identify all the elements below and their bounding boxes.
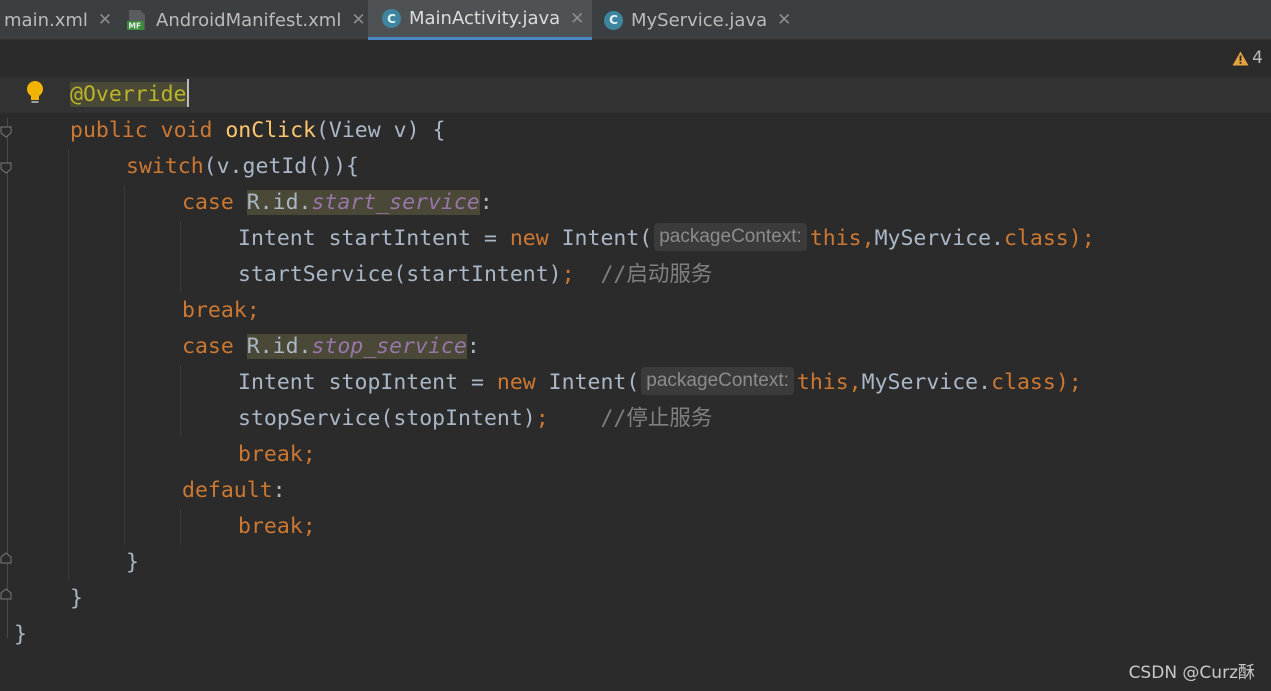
fold-end-icon[interactable] [0, 552, 12, 564]
fold-start-icon[interactable] [0, 162, 12, 174]
code-line-7[interactable]: break; [182, 293, 260, 329]
close-icon[interactable]: ✕ [351, 10, 365, 30]
code-line-5[interactable]: Intent startIntent = new Intent(packageC… [238, 221, 1095, 257]
code-line-9[interactable]: Intent stopIntent = new Intent(packageCo… [238, 365, 1082, 401]
tab-label: AndroidManifest.xml [156, 9, 342, 31]
watermark: CSDN @Curz酥 [1128, 663, 1255, 683]
java-class-icon: C [604, 10, 623, 30]
code-line-3[interactable]: switch(v.getId()){ [126, 149, 359, 185]
warning-icon [1232, 51, 1249, 65]
code-line-13[interactable]: break; [238, 509, 316, 545]
lightbulb-icon[interactable] [24, 80, 46, 106]
tab-label: main.xml [4, 9, 88, 31]
code-line-1[interactable]: @Override [70, 77, 189, 113]
tab-android-manifest[interactable]: MF AndroidManifest.xml ✕ [118, 0, 376, 40]
indent-guide [180, 365, 181, 437]
indent-guide [68, 149, 69, 581]
code-line-16[interactable]: } [14, 617, 27, 653]
code-line-4[interactable]: case R.id.start_service: [182, 185, 493, 221]
code-editor[interactable]: 4 @Override public void onClick(View v) … [0, 40, 1271, 691]
java-class-icon: C [382, 9, 401, 28]
manifest-icon-text: MF [129, 22, 142, 31]
code-line-10[interactable]: stopService(stopIntent); //停止服务 [238, 401, 712, 437]
fold-start-icon[interactable] [0, 126, 12, 138]
code-line-6[interactable]: startService(startIntent); //启动服务 [238, 257, 712, 293]
warning-count: 4 [1252, 48, 1263, 68]
code-line-14[interactable]: } [126, 545, 139, 581]
manifest-file-icon: MF [126, 9, 148, 31]
parameter-hint: packageContext: [654, 223, 807, 251]
code-line-11[interactable]: break; [238, 437, 316, 473]
tab-my-service[interactable]: C MyService.java ✕ [592, 0, 804, 40]
tab-label: MyService.java [631, 9, 768, 31]
code-line-12[interactable]: default: [182, 473, 286, 509]
code-line-8[interactable]: case R.id.stop_service: [182, 329, 480, 365]
tab-label: MainActivity.java [409, 8, 561, 29]
tab-main-xml[interactable]: main.xml ✕ [0, 0, 116, 40]
fold-end-icon[interactable] [0, 588, 12, 600]
code-line-2[interactable]: public void onClick(View v) { [70, 113, 445, 149]
text-caret [186, 79, 189, 107]
close-icon[interactable]: ✕ [570, 9, 584, 29]
indent-guide [180, 509, 181, 545]
code-line-15[interactable]: } [70, 581, 83, 617]
inspection-warnings[interactable]: 4 [1232, 48, 1263, 68]
parameter-hint: packageContext: [641, 367, 794, 395]
current-line-highlight [0, 77, 1271, 113]
tab-main-activity[interactable]: C MainActivity.java ✕ [368, 0, 592, 40]
close-icon[interactable]: ✕ [98, 10, 112, 30]
indent-guide [180, 221, 181, 293]
close-icon[interactable]: ✕ [777, 10, 791, 30]
indent-guide [124, 185, 125, 545]
editor-tab-bar: main.xml ✕ MF AndroidManifest.xml ✕ C Ma… [0, 0, 1271, 40]
